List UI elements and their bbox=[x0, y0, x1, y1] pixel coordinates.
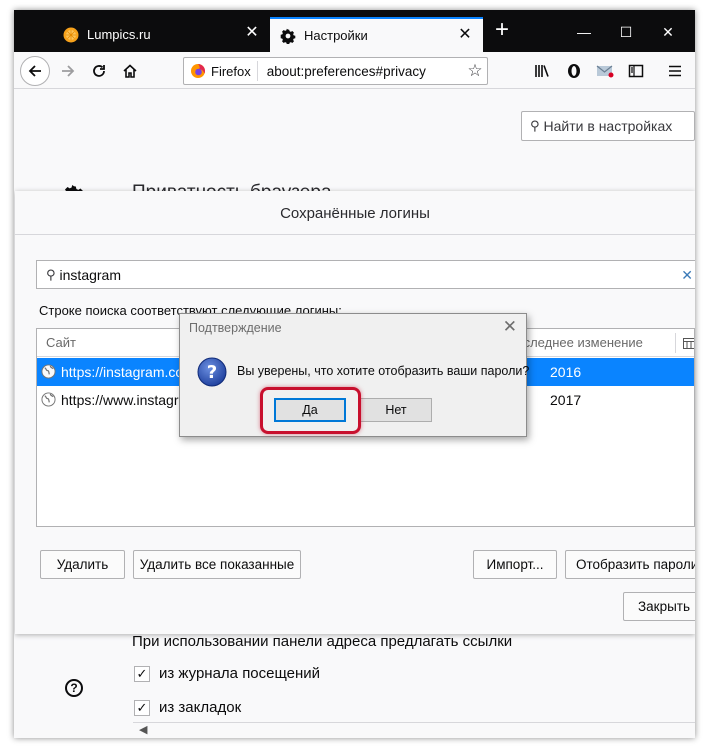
row-changed: 2017 bbox=[550, 392, 582, 408]
back-icon bbox=[28, 65, 41, 77]
search-placeholder: Найти в настройках bbox=[543, 118, 673, 134]
orange-favicon-icon bbox=[63, 27, 79, 42]
bookmark-star-icon[interactable]: ☆ bbox=[463, 61, 487, 81]
history-checkbox-row[interactable]: ✓ из журнала посещений bbox=[134, 665, 320, 682]
url-bar[interactable]: Firefox about:preferences#privacy ☆ bbox=[183, 57, 488, 85]
show-passwords-button[interactable]: Отобразить пароли bbox=[565, 550, 695, 579]
bookmarks-checkbox[interactable]: ✓ bbox=[134, 699, 150, 716]
menu-icon bbox=[669, 65, 681, 77]
search-icon: ⚲ bbox=[530, 118, 540, 133]
home-icon bbox=[123, 64, 137, 78]
identity-box[interactable]: Firefox bbox=[184, 61, 258, 81]
clear-filter-icon[interactable]: ✕ bbox=[681, 267, 693, 284]
column-separator bbox=[675, 333, 676, 353]
url-text[interactable]: about:preferences#privacy bbox=[258, 64, 463, 79]
horizontal-scrollbar[interactable]: ◀ bbox=[133, 722, 695, 736]
globe-icon bbox=[41, 392, 56, 407]
confirmation-title: Подтверждение bbox=[189, 321, 282, 335]
yes-button[interactable]: Да bbox=[274, 398, 346, 422]
gear-icon bbox=[280, 28, 296, 44]
filter-value: instagram bbox=[59, 266, 121, 283]
row-site: https://instagram.com bbox=[61, 364, 195, 380]
maximize-button[interactable]: ☐ bbox=[613, 22, 639, 42]
history-checkbox[interactable]: ✓ bbox=[134, 665, 150, 682]
tab-close-icon[interactable]: ✕ bbox=[457, 27, 473, 43]
menu-button[interactable] bbox=[661, 57, 689, 85]
close-window-button[interactable]: ✕ bbox=[655, 22, 681, 42]
identity-label: Firefox bbox=[211, 63, 251, 79]
firefox-logo-icon bbox=[191, 64, 205, 78]
dialog-header: Сохранённые логины bbox=[15, 191, 695, 235]
confirmation-body: ? Вы уверены, что хотите отобразить ваши… bbox=[180, 341, 530, 436]
address-bar-label: При использовании панели адреса предлага… bbox=[132, 633, 513, 650]
tab-lumpics[interactable]: Lumpics.ru ✕ bbox=[53, 17, 270, 52]
column-last-changed[interactable]: Последнее изменение bbox=[507, 335, 643, 350]
tab-close-icon[interactable]: ✕ bbox=[244, 25, 260, 41]
tab-label: Lumpics.ru bbox=[87, 27, 151, 42]
history-checkbox-label: из журнала посещений bbox=[159, 665, 321, 682]
close-icon[interactable]: ✕ bbox=[503, 317, 517, 337]
bookmarks-checkbox-row[interactable]: ✓ из закладок bbox=[134, 699, 241, 716]
question-icon: ? bbox=[197, 357, 227, 387]
library-button[interactable] bbox=[528, 57, 556, 85]
confirmation-message: Вы уверены, что хотите отобразить ваши п… bbox=[237, 364, 530, 378]
new-tab-button[interactable]: + bbox=[488, 17, 516, 45]
globe-icon bbox=[41, 364, 56, 379]
forward-icon bbox=[62, 65, 75, 77]
home-button[interactable] bbox=[116, 57, 144, 85]
tab-settings[interactable]: Настройки ✕ bbox=[270, 17, 483, 52]
search-icon: ⚲ bbox=[46, 266, 56, 282]
back-button[interactable] bbox=[20, 56, 50, 86]
row-changed: 2016 bbox=[550, 364, 582, 380]
import-button[interactable]: Импорт... bbox=[473, 550, 557, 579]
close-dialog-button[interactable]: Закрыть bbox=[623, 592, 695, 621]
tab-strip: Lumpics.ru ✕ Настройки ✕ + — ☐ ✕ bbox=[14, 10, 695, 52]
column-picker-icon[interactable] bbox=[683, 338, 695, 349]
remove-all-button[interactable]: Удалить все показанные bbox=[133, 550, 301, 579]
forward-button[interactable] bbox=[54, 57, 82, 85]
nav-toolbar: Firefox about:preferences#privacy ☆ bbox=[14, 52, 695, 89]
reload-icon bbox=[93, 65, 105, 77]
mail-icon bbox=[596, 65, 614, 78]
library-icon bbox=[535, 65, 549, 77]
sidebar-icon bbox=[628, 64, 644, 78]
svg-text:?: ? bbox=[207, 362, 217, 383]
mail-extension-button[interactable] bbox=[591, 57, 619, 85]
no-button[interactable]: Нет bbox=[360, 398, 432, 422]
tab-label: Настройки bbox=[304, 28, 368, 43]
logins-filter-input[interactable]: ⚲ instagram ✕ bbox=[36, 260, 695, 289]
bookmarks-checkbox-label: из закладок bbox=[159, 699, 242, 716]
sidebar-button[interactable] bbox=[622, 57, 650, 85]
reload-button[interactable] bbox=[85, 57, 113, 85]
opera-style-extension-icon bbox=[568, 64, 580, 78]
prefs-search-input[interactable]: ⚲ Найти в настройках bbox=[521, 111, 695, 141]
extension-button[interactable] bbox=[560, 57, 588, 85]
column-site[interactable]: Сайт bbox=[46, 335, 76, 350]
scroll-left-arrow-icon[interactable]: ◀ bbox=[139, 723, 147, 736]
confirmation-dialog: Подтверждение ✕ ? Вы уверены, что хотите… bbox=[179, 313, 530, 437]
help-icon[interactable]: ? bbox=[65, 679, 83, 697]
remove-button[interactable]: Удалить bbox=[40, 550, 125, 579]
dialog-title: Сохранённые логины bbox=[280, 205, 430, 222]
minimize-button[interactable]: — bbox=[571, 22, 597, 42]
